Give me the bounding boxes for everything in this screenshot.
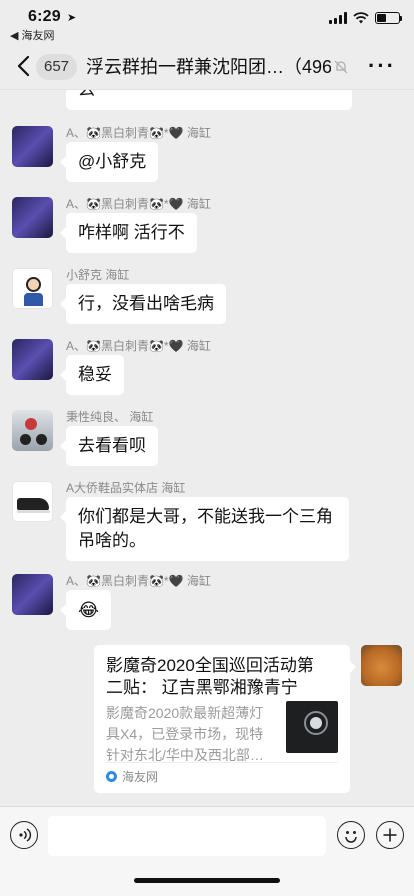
avatar-motorcycle[interactable]: [12, 410, 53, 451]
message-line: 你们都是大哥，不能送我一个三角: [78, 507, 333, 526]
chat-title: 浮云群拍一群兼沈阳团…（496）: [86, 57, 331, 77]
sender-name: A大侨鞋品实体店 海缸: [66, 481, 186, 495]
sender-name: A、🐼黑白刺青🐼*🖤 海缸: [66, 339, 211, 353]
sender-name: A、🐼黑白刺青🐼*🖤 海缸: [66, 126, 211, 140]
location-arrow-icon: ➤: [67, 12, 77, 24]
avatar-tattoo[interactable]: [12, 339, 53, 380]
home-indicator[interactable]: [134, 878, 280, 883]
link-card[interactable]: 影魔奇2020全国巡回活动第 二贴： 辽吉黑鄂湘豫青宁 影魔奇2020款最新超薄…: [94, 645, 356, 793]
message-bubble[interactable]: 你们都是大哥，不能送我一个三角 吊啥的。: [60, 497, 349, 561]
source-logo-icon: [106, 771, 117, 782]
avatar-tattoo[interactable]: [12, 126, 53, 167]
battery-icon: [375, 12, 402, 24]
sender-name: A、🐼黑白刺青🐼*🖤 海缸: [66, 197, 211, 211]
voice-icon[interactable]: [10, 821, 38, 849]
message-bubble[interactable]: 稳妥: [60, 355, 124, 395]
sender-name: 小舒克 海缸: [66, 268, 130, 282]
avatar-tattoo[interactable]: [12, 574, 53, 615]
chat-header: 657 浮云群拍一群兼沈阳团…（496） ···: [0, 44, 414, 90]
status-bar: 6:29 ➤ ◀ 海友网: [0, 0, 414, 44]
cellular-signal-icon: [329, 12, 347, 24]
avatar-sneaker[interactable]: [12, 481, 53, 522]
link-card-thumbnail: [286, 701, 338, 753]
avatar-cartoon[interactable]: [12, 268, 53, 309]
avatar-tattoo[interactable]: [12, 197, 53, 238]
message-bubble[interactable]: @小舒克: [59, 142, 159, 182]
message-bubble-partial: 么: [66, 90, 352, 110]
back-chevron-icon[interactable]: [14, 54, 34, 78]
message-input[interactable]: [48, 816, 326, 856]
link-card-description: 影魔奇2020款最新超薄灯 具X4，已登录市场，现特 针对东北/华中及西北部…: [106, 705, 264, 763]
message-bubble[interactable]: 行，没看出啥毛病: [60, 284, 226, 324]
link-card-title: 影魔奇2020全国巡回活动第 二贴： 辽吉黑鄂湘豫青宁: [106, 656, 314, 697]
message-bubble[interactable]: 去看看呗: [60, 426, 158, 466]
avatar-self-dog[interactable]: [361, 645, 402, 686]
plus-icon[interactable]: [376, 821, 404, 849]
status-icons: [329, 12, 402, 24]
link-card-source: 海友网: [106, 762, 338, 785]
mute-bell-icon: [334, 60, 348, 74]
chat-message-list[interactable]: 么 A、🐼黑白刺青🐼*🖤 海缸 @小舒克 A、🐼黑白刺青🐼*🖤 海缸 咋样啊 活…: [0, 90, 414, 806]
sender-name: A、🐼黑白刺青🐼*🖤 海缸: [66, 574, 211, 588]
wifi-icon: [353, 12, 369, 24]
emoji-icon[interactable]: [337, 821, 365, 849]
back-to-app-link[interactable]: ◀ 海友网: [10, 27, 55, 43]
message-line: 吊啥的。: [78, 531, 146, 550]
message-bubble[interactable]: 咋样啊 活行不: [60, 213, 197, 253]
more-icon[interactable]: ···: [368, 53, 396, 79]
unread-count-badge[interactable]: 657: [36, 54, 78, 80]
message-bubble[interactable]: 😂: [59, 590, 112, 630]
sender-name: 秉性纯良、 海缸: [66, 410, 154, 424]
clock-time: 6:29: [28, 8, 61, 25]
